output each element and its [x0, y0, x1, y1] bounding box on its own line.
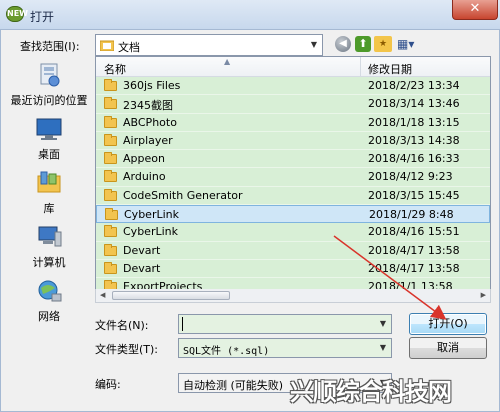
place-recent[interactable]: 最近访问的位置	[6, 62, 92, 108]
folder-icon	[104, 188, 117, 201]
file-name: ABCPhoto	[123, 115, 177, 129]
place-label: 计算机	[32, 256, 66, 269]
table-row[interactable]: CyberLink 2018/4/16 15:51	[96, 223, 490, 242]
file-name: CyberLink	[124, 208, 179, 222]
place-label: 桌面	[38, 148, 60, 161]
place-network[interactable]: 网络	[6, 278, 92, 324]
place-libraries[interactable]: 库	[6, 170, 92, 216]
computer-icon	[38, 226, 62, 247]
filetype-label: 文件类型(T):	[95, 343, 159, 356]
watermark-text: 兴顺综合科技网	[290, 378, 452, 406]
table-row[interactable]: CodeSmith Generator 2018/3/15 15:45	[96, 186, 490, 206]
desktop-icon	[36, 118, 62, 140]
filename-label: 文件名(N):	[95, 319, 149, 332]
file-name: Appeon	[123, 152, 165, 166]
file-date: 2018/4/16 15:51	[368, 225, 460, 239]
filetype-value: SQL文件 (*.sql)	[183, 346, 270, 357]
table-row[interactable]: 2345截图 2018/3/14 13:46	[96, 95, 490, 114]
file-date: 2018/3/15 15:45	[368, 188, 460, 202]
file-list[interactable]: 名称 ▲ 修改日期 360js Files 2018/2/23 13:34 2345…	[95, 56, 491, 290]
file-name: 360js Files	[123, 79, 181, 92]
file-name: Devart	[123, 243, 161, 257]
folder-icon	[104, 152, 117, 165]
new-folder-icon[interactable]: ★	[374, 36, 392, 52]
file-name: CyberLink	[123, 225, 178, 239]
file-date: 2018/4/17 13:58	[368, 261, 460, 275]
folder-icon	[104, 97, 117, 110]
filename-input[interactable]	[179, 315, 375, 333]
file-date: 2018/4/17 13:58	[368, 243, 460, 257]
title-bar[interactable]: NEW 打开 ✕	[0, 0, 500, 30]
file-name: Arduino	[123, 170, 166, 184]
look-in-label: 查找范围(I):	[20, 40, 80, 53]
look-in-dropdown[interactable]: 文档 ▼	[95, 34, 323, 56]
column-separator[interactable]	[360, 57, 361, 77]
place-label: 库	[43, 202, 55, 215]
table-row[interactable]: Appeon 2018/4/16 16:33	[96, 150, 490, 169]
file-name: CodeSmith Generator	[123, 188, 243, 202]
table-row[interactable]: Devart 2018/4/17 13:58	[96, 259, 490, 279]
file-date: 2018/3/14 13:46	[368, 97, 460, 111]
open-button[interactable]: 打开(O)	[409, 313, 487, 335]
window-title: 打开	[30, 10, 55, 24]
up-folder-icon[interactable]: ⬆	[355, 36, 371, 52]
scroll-thumb[interactable]	[112, 291, 230, 300]
file-name: Airplayer	[123, 133, 173, 147]
place-label: 网络	[38, 310, 60, 323]
table-row[interactable]: Devart 2018/4/17 13:58	[96, 241, 490, 260]
folder-icon	[104, 115, 117, 128]
file-date: 2018/4/16 16:33	[368, 152, 460, 166]
table-row[interactable]: ABCPhoto 2018/1/18 13:15	[96, 113, 490, 132]
file-rows: 360js Files 2018/2/23 13:34 2345截图 2018/3/1…	[96, 77, 490, 289]
encoding-label: 编码:	[95, 378, 121, 391]
documents-folder-icon	[100, 40, 114, 51]
horizontal-scrollbar[interactable]: ◀ ▶	[95, 289, 491, 303]
file-date: 2018/2/23 13:34	[368, 79, 460, 92]
table-row[interactable]: Airplayer 2018/3/13 14:38	[96, 131, 490, 151]
file-name: Devart	[123, 261, 161, 275]
look-in-value: 文档	[118, 41, 140, 54]
place-label: 最近访问的位置	[10, 94, 88, 107]
chevron-down-icon[interactable]: ▼	[375, 315, 391, 333]
text-caret	[182, 317, 183, 331]
folder-icon	[105, 208, 118, 221]
column-name-header[interactable]: 名称	[104, 61, 126, 77]
column-date-header[interactable]: 修改日期	[368, 61, 412, 77]
libraries-icon	[37, 171, 61, 193]
file-date: 2018/4/12 9:23	[368, 170, 453, 184]
chevron-down-icon[interactable]: ▼	[375, 339, 391, 357]
file-name: 2345截图	[123, 99, 173, 113]
filename-field[interactable]: ▼	[178, 314, 392, 334]
chevron-down-icon[interactable]: ▼	[306, 35, 322, 55]
place-computer[interactable]: 计算机	[6, 224, 92, 270]
back-icon[interactable]: ◀	[335, 36, 351, 52]
file-date: 2018/1/18 13:15	[368, 115, 460, 129]
folder-icon	[104, 133, 117, 146]
table-row[interactable]: Arduino 2018/4/12 9:23	[96, 168, 490, 187]
folder-icon	[104, 243, 117, 256]
close-button[interactable]: ✕	[452, 0, 498, 20]
scroll-left-icon[interactable]: ◀	[100, 291, 105, 299]
folder-icon	[104, 261, 117, 274]
encoding-value: 自动检测 (可能失败)	[183, 379, 284, 392]
cancel-button[interactable]: 取消	[409, 337, 487, 359]
sort-ascending-icon: ▲	[224, 57, 231, 66]
view-menu-icon[interactable]: ▦▾	[397, 36, 423, 52]
recent-places-icon	[40, 63, 60, 87]
folder-icon	[104, 170, 117, 183]
table-row[interactable]: 360js Files 2018/2/23 13:34	[96, 77, 490, 96]
places-bar: 最近访问的位置 桌面 库 计算机 网络	[6, 56, 92, 332]
app-icon: NEW	[6, 6, 28, 22]
column-header: 名称 ▲ 修改日期	[96, 57, 490, 77]
place-desktop[interactable]: 桌面	[6, 116, 92, 162]
scroll-right-icon[interactable]: ▶	[481, 291, 486, 299]
file-date: 2018/1/29 8:48	[369, 208, 454, 222]
folder-icon	[104, 225, 117, 238]
filetype-dropdown[interactable]: SQL文件 (*.sql) ▼	[178, 338, 392, 358]
table-row[interactable]: CyberLink 2018/1/29 8:48	[96, 205, 490, 224]
file-date: 2018/3/13 14:38	[368, 133, 460, 147]
network-icon	[38, 280, 62, 302]
folder-icon	[104, 79, 117, 91]
